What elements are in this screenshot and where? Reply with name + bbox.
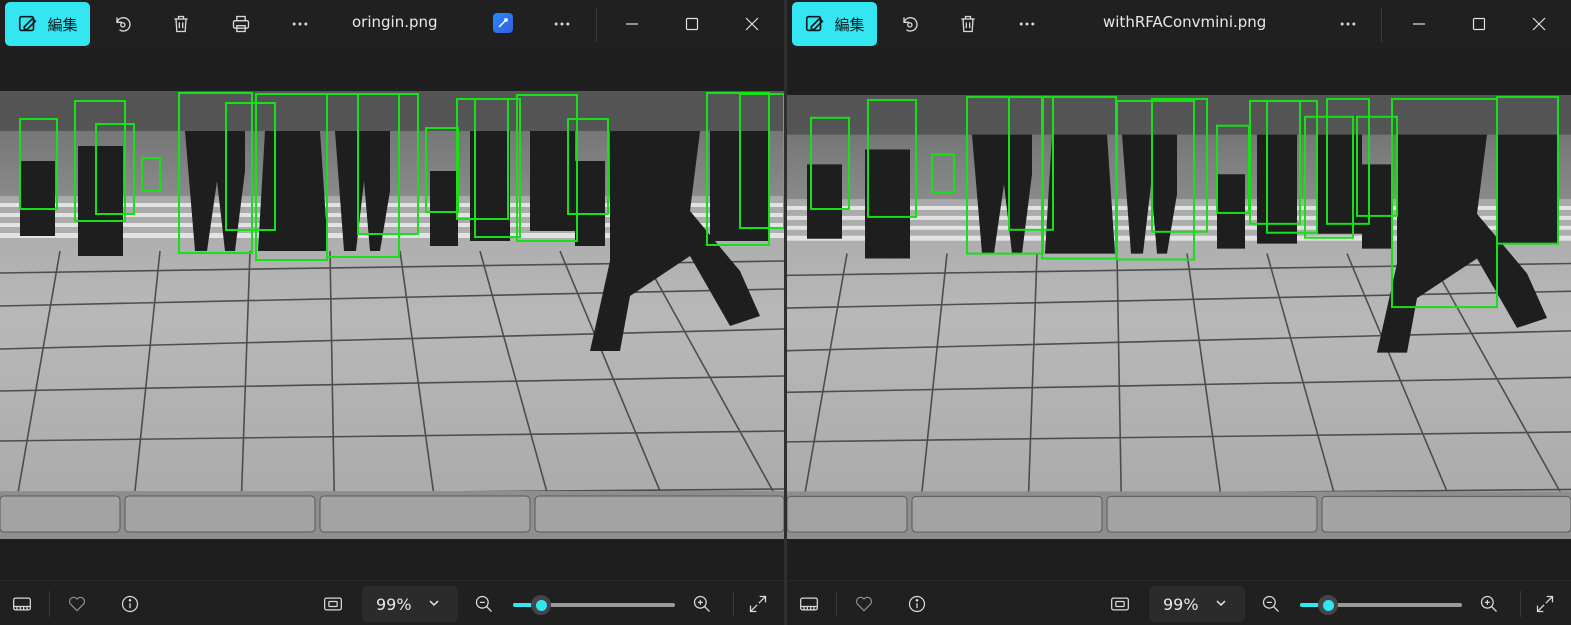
close-icon[interactable] <box>738 10 766 38</box>
file-name: withRFAConvmini.png <box>1103 13 1267 31</box>
divider <box>733 591 734 617</box>
fit-icon[interactable] <box>320 591 346 617</box>
title-bar: 編集 oringin.png <box>0 0 784 48</box>
fullscreen-icon[interactable] <box>745 591 771 617</box>
status-bar: 99% <box>0 580 784 625</box>
rotate-icon[interactable] <box>895 10 923 38</box>
title-bar: 編集 withRFAConvmini.png <box>787 0 1571 48</box>
delete-icon[interactable] <box>167 10 195 38</box>
delete-icon[interactable] <box>954 10 982 38</box>
divider <box>49 591 50 617</box>
favorite-icon[interactable] <box>851 591 877 617</box>
maximize-icon[interactable] <box>1465 10 1493 38</box>
edit-label: 編集 <box>834 15 865 34</box>
app-icon[interactable] <box>493 13 513 33</box>
minimize-icon[interactable] <box>618 10 646 38</box>
fit-icon[interactable] <box>1107 591 1133 617</box>
more-icon[interactable] <box>286 10 314 38</box>
chevron-down-icon <box>1216 600 1226 607</box>
image-canvas[interactable] <box>787 48 1571 580</box>
divider <box>836 591 837 617</box>
more-icon[interactable] <box>1334 10 1362 38</box>
edit-label: 編集 <box>47 15 78 34</box>
zoom-in-icon[interactable] <box>689 591 715 617</box>
edit-icon <box>806 15 824 32</box>
divider <box>596 8 597 42</box>
photo-image <box>787 95 1571 539</box>
more-icon[interactable] <box>1013 10 1041 38</box>
image-canvas[interactable] <box>0 48 784 580</box>
zoom-dropdown[interactable]: 99% <box>362 586 458 622</box>
photos-window-right: 編集 withRFAConvmini.png 99% <box>787 0 1571 625</box>
status-bar: 99% <box>787 580 1571 625</box>
print-icon[interactable] <box>227 10 255 38</box>
zoom-in-icon[interactable] <box>1476 591 1502 617</box>
filmstrip-icon[interactable] <box>796 591 822 617</box>
rotate-icon[interactable] <box>108 10 136 38</box>
zoom-slider[interactable] <box>1300 595 1462 615</box>
favorite-icon[interactable] <box>64 591 90 617</box>
info-icon[interactable] <box>117 591 143 617</box>
zoom-out-icon[interactable] <box>1258 591 1284 617</box>
minimize-icon[interactable] <box>1405 10 1433 38</box>
zoom-value: 99% <box>1163 594 1199 614</box>
zoom-out-icon[interactable] <box>471 591 497 617</box>
info-icon[interactable] <box>904 591 930 617</box>
zoom-value: 99% <box>376 594 412 614</box>
zoom-slider[interactable] <box>513 595 675 615</box>
more-icon[interactable] <box>548 10 576 38</box>
edit-button[interactable]: 編集 <box>792 2 877 46</box>
close-icon[interactable] <box>1525 10 1553 38</box>
divider <box>1520 591 1521 617</box>
file-name: oringin.png <box>352 13 438 31</box>
chevron-down-icon <box>429 600 439 607</box>
edit-icon <box>19 15 37 32</box>
zoom-dropdown[interactable]: 99% <box>1149 586 1245 622</box>
fullscreen-icon[interactable] <box>1532 591 1558 617</box>
maximize-icon[interactable] <box>678 10 706 38</box>
photos-window-left: 編集 oringin.png 99% <box>0 0 784 625</box>
filmstrip-icon[interactable] <box>9 591 35 617</box>
zoom-slider-thumb[interactable] <box>531 595 551 615</box>
photo-image <box>0 91 784 539</box>
edit-button[interactable]: 編集 <box>5 2 90 46</box>
zoom-slider-thumb[interactable] <box>1318 595 1338 615</box>
divider <box>1381 8 1382 42</box>
